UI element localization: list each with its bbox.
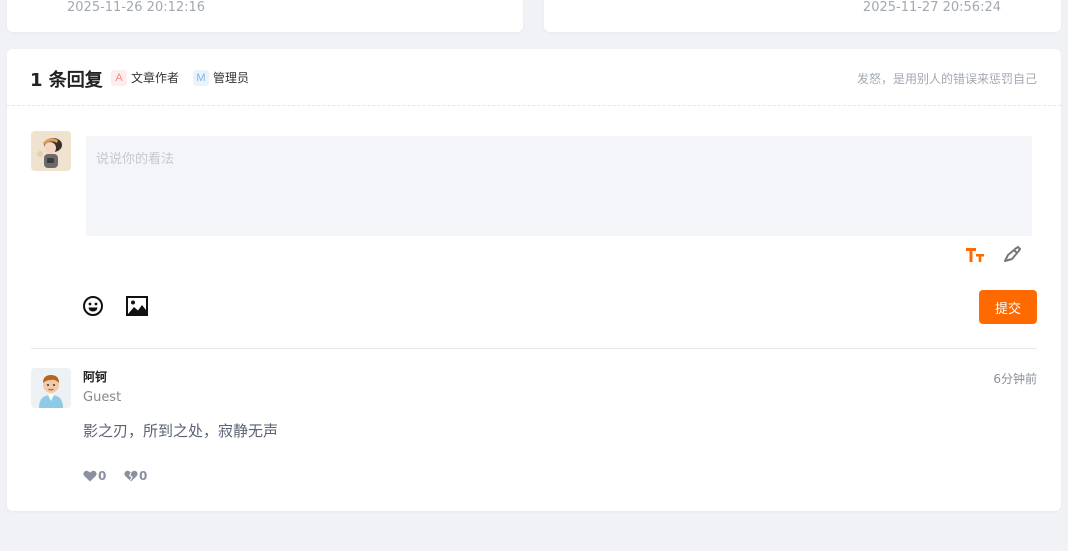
header-motto: 发怒，是用别人的错误来惩罚自己 [856, 72, 1037, 86]
author-tag-badge: A [111, 69, 127, 86]
like-count: 0 [98, 469, 107, 483]
previous-post-date: 2025-11-26 20:12:16 [67, 0, 206, 15]
previous-post-card[interactable]: 2025-11-26 20:12:16 [7, 0, 523, 32]
comment-text: 影之刃，所到之处，寂静无声 [83, 422, 279, 440]
comment-header: 1 条回复 A 文章作者 M 管理员 发怒，是用别人的错误来惩罚自己 [7, 49, 1061, 106]
emoji-icon[interactable] [81, 294, 105, 318]
heart-icon [83, 470, 97, 482]
comment-section: 1 条回复 A 文章作者 M 管理员 发怒，是用别人的错误来惩罚自己 说说你的看… [7, 49, 1061, 511]
admin-tag: M 管理员 [193, 69, 249, 86]
comment-avatar[interactable] [31, 368, 71, 408]
comment-time: 6分钟前 [993, 372, 1037, 386]
author-tag-label: 文章作者 [131, 71, 180, 85]
comment-author-name[interactable]: 阿钶 [83, 368, 107, 385]
admin-tag-label: 管理员 [213, 71, 250, 85]
next-post-card[interactable]: 2025-11-27 20:56:24 [544, 0, 1061, 32]
pen-icon[interactable] [1001, 244, 1023, 266]
admin-tag-badge: M [193, 69, 209, 86]
current-user-avatar [31, 131, 71, 171]
comment-author-role: Guest [83, 390, 122, 405]
dislike-button[interactable]: 0 [124, 469, 147, 483]
image-upload-icon[interactable] [125, 294, 149, 318]
dislike-count: 0 [139, 469, 148, 483]
submit-button[interactable]: 提交 [979, 290, 1037, 324]
author-tag: A 文章作者 [111, 69, 179, 86]
next-post-date: 2025-11-27 20:56:24 [862, 0, 1001, 15]
comment-editor [86, 136, 1032, 236]
divider [31, 348, 1037, 349]
like-button[interactable]: 0 [83, 469, 106, 483]
broken-heart-icon [124, 470, 138, 482]
reply-count: 1 条回复 [30, 70, 103, 91]
text-format-icon[interactable] [964, 244, 986, 266]
comment-input[interactable] [86, 136, 1032, 236]
